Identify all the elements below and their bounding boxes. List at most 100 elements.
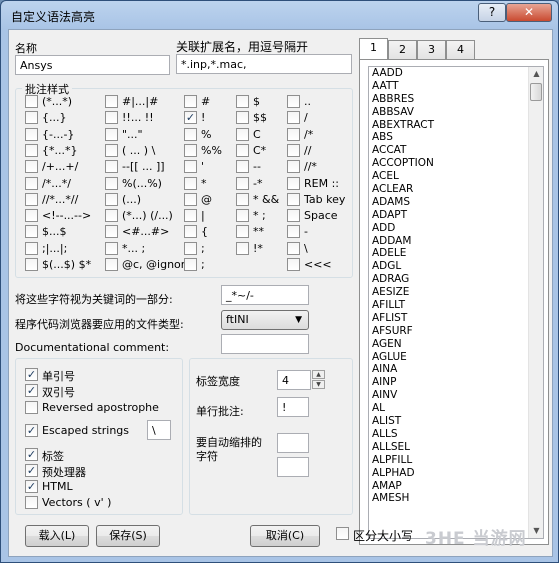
- comment-style-checkbox[interactable]: [236, 192, 249, 206]
- comment-style-checkbox[interactable]: [236, 241, 249, 255]
- tab-2[interactable]: 2: [388, 40, 417, 59]
- tab-3[interactable]: 3: [417, 40, 446, 59]
- comment-style-checkbox[interactable]: [25, 192, 38, 206]
- list-item[interactable]: AATT: [369, 80, 529, 93]
- cancel-button[interactable]: 取消(C): [250, 525, 320, 547]
- comment-style-checkbox[interactable]: [105, 225, 118, 239]
- list-item[interactable]: ADAPT: [369, 209, 529, 222]
- comment-style-checkbox[interactable]: [105, 192, 118, 206]
- scroll-thumb[interactable]: [530, 83, 542, 101]
- list-item[interactable]: ABEXTRACT: [369, 119, 529, 132]
- comment-style-checkbox[interactable]: [287, 143, 300, 157]
- list-item[interactable]: ALPHAD: [369, 467, 529, 480]
- list-item[interactable]: ALPFILL: [369, 454, 529, 467]
- help-button[interactable]: ?: [478, 3, 506, 22]
- comment-style-checkbox[interactable]: ✓: [184, 111, 197, 125]
- list-item[interactable]: AINP: [369, 376, 529, 389]
- comment-style-checkbox[interactable]: [287, 111, 300, 125]
- comment-style-checkbox[interactable]: [236, 127, 249, 141]
- comment-style-checkbox[interactable]: [287, 176, 300, 190]
- list-item[interactable]: ABBSAV: [369, 106, 529, 119]
- comment-style-checkbox[interactable]: [105, 241, 118, 255]
- list-item[interactable]: ALLS: [369, 428, 529, 441]
- list-item[interactable]: AFLIST: [369, 312, 529, 325]
- case-sensitive-checkbox[interactable]: [336, 527, 349, 540]
- scroll-up-icon[interactable]: ▲: [531, 68, 542, 80]
- tab-width-input[interactable]: 4: [277, 370, 311, 390]
- list-item[interactable]: ADGL: [369, 260, 529, 273]
- list-item[interactable]: ADDAM: [369, 235, 529, 248]
- comment-style-checkbox[interactable]: [25, 258, 38, 271]
- comment-style-checkbox[interactable]: [25, 160, 38, 174]
- list-item[interactable]: ADAMS: [369, 196, 529, 209]
- list-item[interactable]: AFSURF: [369, 325, 529, 338]
- comment-style-checkbox[interactable]: [287, 258, 300, 271]
- comment-style-checkbox[interactable]: [25, 241, 38, 255]
- list-item[interactable]: ADRAG: [369, 273, 529, 286]
- line-comment-input[interactable]: !: [277, 397, 309, 417]
- comment-style-checkbox[interactable]: [184, 225, 197, 239]
- comment-style-checkbox[interactable]: [184, 209, 197, 223]
- comment-style-checkbox[interactable]: [287, 225, 300, 239]
- tab-1[interactable]: 1: [359, 38, 388, 59]
- comment-style-checkbox[interactable]: [287, 209, 300, 223]
- scroll-down-icon[interactable]: ▼: [531, 525, 542, 537]
- list-item[interactable]: ACCOPTION: [369, 157, 529, 170]
- list-item[interactable]: AMAP: [369, 480, 529, 493]
- comment-style-checkbox[interactable]: [184, 127, 197, 141]
- browser-type-select[interactable]: ftINI ▼: [221, 310, 309, 330]
- extensions-input[interactable]: *.inp,*.mac,: [176, 54, 352, 74]
- comment-style-checkbox[interactable]: [184, 258, 197, 271]
- comment-style-checkbox[interactable]: [105, 143, 118, 157]
- comment-style-checkbox[interactable]: [184, 160, 197, 174]
- tags-checkbox[interactable]: ✓: [25, 448, 38, 461]
- comment-style-checkbox[interactable]: [184, 192, 197, 206]
- comment-style-checkbox[interactable]: [25, 127, 38, 141]
- comment-style-checkbox[interactable]: [105, 176, 118, 190]
- comment-style-checkbox[interactable]: [105, 160, 118, 174]
- auto-indent-input-1[interactable]: [277, 433, 309, 453]
- comment-style-checkbox[interactable]: [184, 95, 197, 108]
- comment-style-checkbox[interactable]: [25, 143, 38, 157]
- comment-style-checkbox[interactable]: [105, 258, 118, 271]
- list-item[interactable]: ABS: [369, 131, 529, 144]
- list-item[interactable]: AMESH: [369, 492, 529, 505]
- list-item[interactable]: AFILLT: [369, 299, 529, 312]
- list-item[interactable]: ADELE: [369, 247, 529, 260]
- keyword-listbox[interactable]: AADD AATT ABBRES ABBSAV ABEXTRACT ABS ACCAT ACC…: [368, 66, 544, 539]
- list-item[interactable]: AGEN: [369, 338, 529, 351]
- comment-style-checkbox[interactable]: [184, 176, 197, 190]
- html-checkbox[interactable]: ✓: [25, 480, 38, 493]
- comment-style-checkbox[interactable]: [287, 160, 300, 174]
- load-button[interactable]: 载入(L): [25, 525, 89, 547]
- list-item[interactable]: AESIZE: [369, 286, 529, 299]
- comment-style-checkbox[interactable]: [287, 241, 300, 255]
- comment-style-checkbox[interactable]: [105, 209, 118, 223]
- comment-style-checkbox[interactable]: [236, 176, 249, 190]
- comment-style-checkbox[interactable]: [105, 95, 118, 108]
- comment-style-checkbox[interactable]: [25, 209, 38, 223]
- comment-style-checkbox[interactable]: [105, 127, 118, 141]
- reversed-apostrophe-checkbox[interactable]: [25, 401, 38, 414]
- spin-up-button[interactable]: ▲: [312, 370, 325, 379]
- comment-style-checkbox[interactable]: [236, 209, 249, 223]
- list-item[interactable]: ABBRES: [369, 93, 529, 106]
- list-item[interactable]: ACEL: [369, 170, 529, 183]
- comment-style-checkbox[interactable]: [236, 95, 249, 108]
- list-item[interactable]: AL: [369, 402, 529, 415]
- comment-style-checkbox[interactable]: [236, 143, 249, 157]
- preprocessor-checkbox[interactable]: ✓: [25, 464, 38, 477]
- comment-style-checkbox[interactable]: [184, 143, 197, 157]
- comment-style-checkbox[interactable]: [287, 192, 300, 206]
- escaped-strings-checkbox[interactable]: ✓: [25, 424, 38, 437]
- single-quote-checkbox[interactable]: ✓: [25, 368, 38, 381]
- spin-down-button[interactable]: ▼: [312, 380, 325, 389]
- comment-style-checkbox[interactable]: [184, 241, 197, 255]
- vertical-scrollbar[interactable]: ▲ ▼: [528, 67, 543, 538]
- comment-style-checkbox[interactable]: [25, 225, 38, 239]
- comment-style-checkbox[interactable]: [105, 111, 118, 125]
- list-item[interactable]: ALIST: [369, 415, 529, 428]
- list-item[interactable]: AADD: [369, 67, 529, 80]
- comment-style-checkbox[interactable]: [287, 95, 300, 108]
- keyword-chars-input[interactable]: _*~/-: [221, 285, 309, 305]
